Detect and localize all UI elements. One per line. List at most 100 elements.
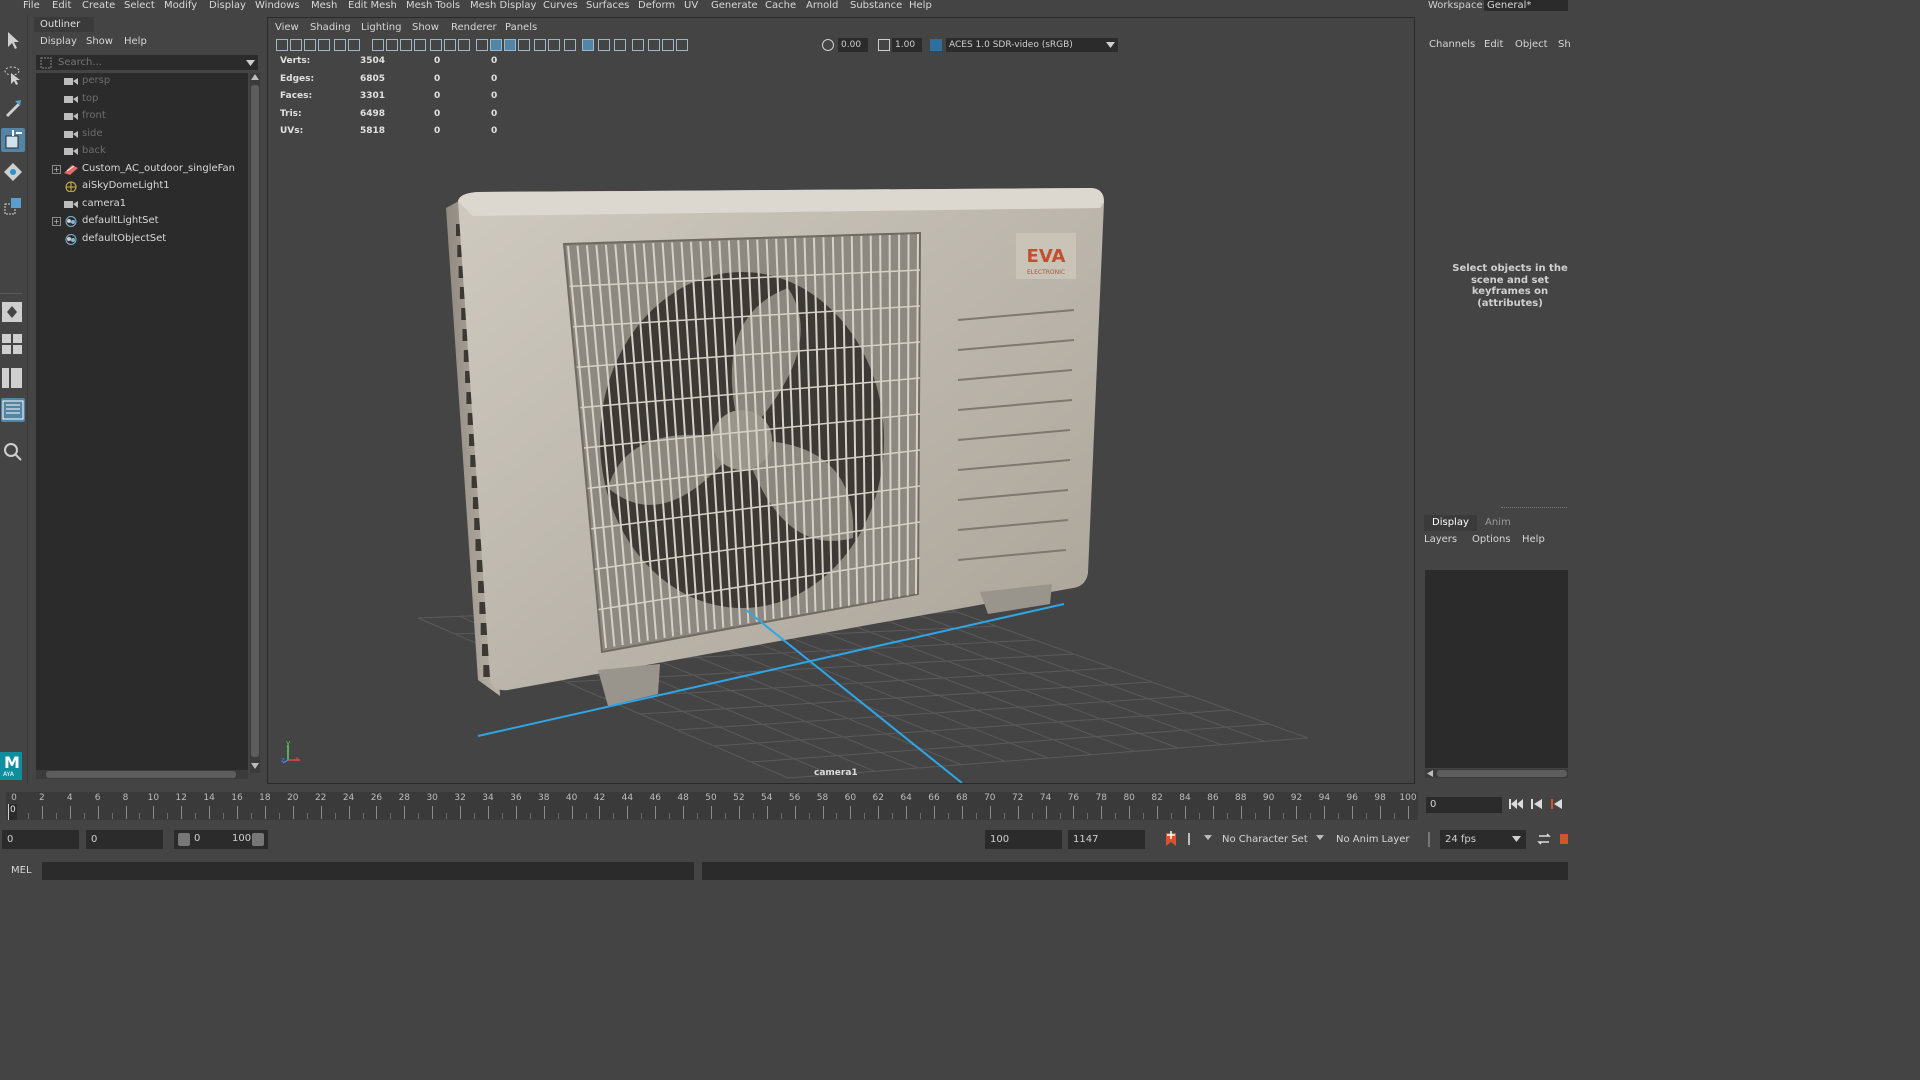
- outliner-item[interactable]: camera1: [36, 196, 246, 213]
- menu-display[interactable]: Display: [209, 0, 246, 11]
- rotate-tool-icon[interactable]: [1, 160, 25, 184]
- outliner-item[interactable]: side: [36, 126, 246, 143]
- sound-icon[interactable]: [1560, 832, 1568, 846]
- time-tick-mark: [41, 806, 43, 819]
- outliner-vscroll-thumb[interactable]: [251, 85, 259, 757]
- menu-arnold[interactable]: Arnold: [806, 0, 838, 11]
- menu-modify[interactable]: Modify: [164, 0, 197, 11]
- range-slider-end-handle[interactable]: [252, 833, 264, 846]
- go-to-start-icon[interactable]: [1509, 798, 1523, 810]
- current-frame-field[interactable]: 0: [1426, 797, 1502, 813]
- outliner-item[interactable]: defaultObjectSet: [36, 231, 246, 248]
- menu-deform[interactable]: Deform: [638, 0, 675, 11]
- layer-tab-display[interactable]: Display: [1424, 515, 1477, 531]
- persp-outliner-layout-icon[interactable]: [1, 366, 25, 390]
- outliner-menu-display[interactable]: Display: [40, 36, 77, 47]
- layer-menu-options[interactable]: Options: [1472, 534, 1511, 545]
- menu-generate[interactable]: Generate: [711, 0, 758, 11]
- channel-menu-object[interactable]: Object: [1515, 39, 1548, 50]
- outliner-item-label: camera1: [82, 197, 127, 209]
- outliner-item[interactable]: + defaultLightSet: [36, 213, 246, 230]
- menu-windows[interactable]: Windows: [255, 0, 300, 11]
- outliner-item[interactable]: aiSkyDomeLight1: [36, 178, 246, 195]
- layer-hscroll-thumb[interactable]: [1437, 770, 1567, 777]
- select-tool-icon[interactable]: [1, 28, 25, 52]
- time-ruler[interactable]: 0 2 4 6 8 10 12 14 16 18 20 22 24 26 28 30 32 34 36 38 40 42 4…: [6, 792, 1418, 820]
- auto-key-icon[interactable]: [1164, 831, 1178, 848]
- menu-select[interactable]: Select: [124, 0, 155, 11]
- loop-icon[interactable]: [1536, 832, 1552, 846]
- menu-file[interactable]: File: [23, 0, 40, 11]
- fps-dropdown[interactable]: 24 fps: [1440, 830, 1526, 849]
- search-icon[interactable]: [1, 440, 25, 464]
- range-slider[interactable]: 0 100: [174, 830, 268, 849]
- layer-tab-anim[interactable]: Anim: [1477, 515, 1519, 531]
- menu-create[interactable]: Create: [82, 0, 115, 11]
- scale-tool-icon[interactable]: [1, 194, 25, 218]
- four-view-layout-icon[interactable]: [1, 332, 25, 356]
- outliner-hscroll-thumb[interactable]: [46, 771, 236, 778]
- menu-edit[interactable]: Edit: [52, 0, 71, 11]
- step-back-key-icon[interactable]: [1531, 798, 1543, 810]
- step-back-frame-icon[interactable]: [1551, 798, 1563, 810]
- outliner-item[interactable]: + Custom_AC_outdoor_singleFan: [36, 161, 246, 178]
- menu-curves[interactable]: Curves: [543, 0, 578, 11]
- character-set-dropdown[interactable]: No Character Set: [1222, 830, 1308, 849]
- outliner-item-label: defaultObjectSet: [82, 232, 167, 244]
- menu-substance[interactable]: Substance: [850, 0, 902, 11]
- animation-start-field[interactable]: 0: [2, 830, 79, 849]
- outliner-tab[interactable]: Outliner: [34, 17, 94, 32]
- menu-mesh[interactable]: Mesh: [311, 0, 337, 11]
- outliner-search-input[interactable]: [58, 55, 238, 70]
- menu-edit-mesh[interactable]: Edit Mesh: [348, 0, 397, 11]
- outliner-layout-icon[interactable]: [1, 398, 25, 422]
- menu-surfaces[interactable]: Surfaces: [586, 0, 629, 11]
- character-set-chevron-icon[interactable]: [1204, 835, 1212, 841]
- animation-end-field[interactable]: 1147: [1068, 830, 1145, 849]
- camera-icon: [64, 76, 78, 87]
- outliner-horizontal-scrollbar[interactable]: [36, 770, 248, 779]
- move-tool-icon[interactable]: [1, 128, 25, 152]
- layer-menu-help[interactable]: Help: [1522, 534, 1545, 545]
- menu-help[interactable]: Help: [909, 0, 932, 11]
- script-language-toggle[interactable]: MEL: [11, 865, 32, 876]
- playback-start-field[interactable]: 0: [86, 830, 163, 849]
- layer-editor: Display Anim Layers Options Help: [1421, 515, 1568, 785]
- mel-command-input[interactable]: [42, 862, 694, 880]
- time-minor-tick: [223, 813, 225, 819]
- menu-uv[interactable]: UV: [684, 0, 698, 11]
- playback-end-field[interactable]: 100: [985, 830, 1062, 849]
- outliner-item[interactable]: front: [36, 108, 246, 125]
- current-time-marker[interactable]: 0: [8, 804, 17, 820]
- channel-menu-show[interactable]: Sh: [1558, 39, 1571, 50]
- layer-hscroll[interactable]: [1425, 769, 1568, 778]
- search-options-chevron-icon[interactable]: [246, 59, 255, 70]
- layer-menu-layers[interactable]: Layers: [1424, 534, 1457, 545]
- viewport-panel[interactable]: View Shading Lighting Show Renderer Pane…: [267, 17, 1415, 784]
- outliner-item[interactable]: persp: [36, 73, 246, 90]
- range-slider-start-handle[interactable]: [178, 833, 190, 846]
- anim-layer-chevron-icon[interactable]: [1316, 835, 1324, 841]
- time-tick-mark: [766, 806, 768, 819]
- outliner-vertical-scrollbar[interactable]: [250, 73, 260, 773]
- channel-menu-channels[interactable]: Channels: [1429, 39, 1475, 50]
- time-slider[interactable]: 0 2 4 6 8 10 12 14 16 18 20 22 24 26 28 30 32 34 36 38 40 42 4…: [0, 786, 1568, 824]
- anim-layer-dropdown[interactable]: No Anim Layer: [1336, 830, 1410, 849]
- outliner-item[interactable]: back: [36, 143, 246, 160]
- outliner-menu-help[interactable]: Help: [124, 36, 147, 47]
- lasso-tool-icon[interactable]: [1, 62, 25, 86]
- menu-cache[interactable]: Cache: [765, 0, 796, 11]
- single-perspective-layout-icon[interactable]: [1, 300, 25, 324]
- channel-menu-edit[interactable]: Edit: [1484, 39, 1503, 50]
- key-prefs-icon[interactable]: [1185, 832, 1195, 846]
- expand-plus-icon[interactable]: +: [52, 164, 61, 174]
- outliner-menu-show[interactable]: Show: [86, 36, 113, 47]
- paint-select-tool-icon[interactable]: [1, 96, 25, 120]
- outliner-item[interactable]: top: [36, 91, 246, 108]
- menu-mesh-display[interactable]: Mesh Display: [470, 0, 536, 11]
- channel-layer-splitter[interactable]: [1501, 507, 1567, 509]
- workspace-dropdown[interactable]: General*: [1484, 0, 1568, 11]
- menu-mesh-tools[interactable]: Mesh Tools: [406, 0, 460, 11]
- filter-icon[interactable]: [40, 57, 52, 72]
- expand-plus-icon[interactable]: +: [52, 217, 61, 226]
